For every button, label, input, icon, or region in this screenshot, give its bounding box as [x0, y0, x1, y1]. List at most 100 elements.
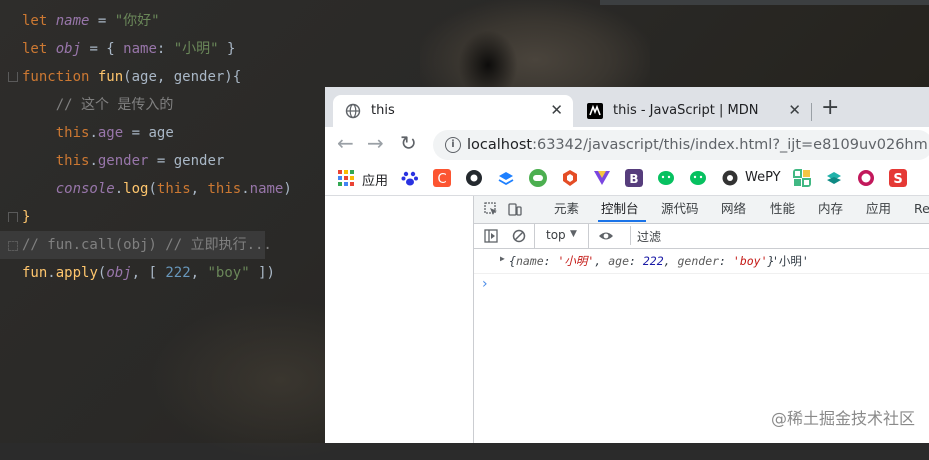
mdn-icon [587, 103, 603, 119]
stack-icon[interactable] [825, 169, 843, 187]
code-line-2[interactable]: let obj = { name: "小明" } [0, 35, 322, 63]
colon: : [543, 254, 558, 268]
github-icon[interactable] [465, 169, 483, 187]
apps-grid-icon[interactable] [337, 169, 355, 187]
dot: . [89, 125, 98, 141]
string-literal: "小明" [173, 41, 219, 57]
watermark: @稀土掘金技术社区 [770, 409, 915, 428]
this-keyword: this [207, 181, 242, 197]
brace: } [218, 41, 236, 57]
code-line-6[interactable]: this.gender = gender [0, 147, 322, 175]
fold-marker-icon[interactable] [8, 72, 18, 82]
grid-icon[interactable] [793, 169, 811, 187]
logged-object[interactable]: {name: '小明', age: 222, gender: 'boy'} [509, 253, 774, 269]
dot: . [47, 265, 56, 281]
property: age [97, 125, 124, 141]
code-line-4[interactable]: // 这个 是传入的 [0, 91, 322, 119]
url-path: :63342/javascript/this/index.html?_ijt=e… [532, 137, 929, 153]
paren: ( [148, 181, 157, 197]
devtools-tab-memory[interactable]: 内存 [818, 201, 843, 217]
tab-mdn[interactable]: this - JavaScript | MDN ✕ [575, 95, 811, 127]
address-bar[interactable]: i localhost:63342/javascript/this/index.… [433, 130, 929, 160]
dot: . [114, 181, 124, 197]
filter-input[interactable]: 过滤 [630, 226, 929, 245]
bookmark-label[interactable]: 应用 [362, 170, 388, 189]
clear-console-icon[interactable] [512, 229, 526, 243]
params: (age, gender){ [123, 69, 242, 85]
baidu-paw-icon[interactable] [401, 169, 419, 187]
back-button[interactable]: ← [337, 132, 354, 154]
colon: : [156, 41, 174, 57]
keyword: function [22, 69, 98, 85]
code-line-5[interactable]: this.age = age [0, 119, 322, 147]
console-prompt[interactable]: › [482, 276, 488, 292]
devtools-tab-elements[interactable]: 元素 [554, 201, 579, 217]
string-literal: "boy" [207, 265, 250, 281]
close-icon[interactable]: ✕ [788, 101, 801, 119]
brace: } [22, 209, 31, 225]
expand-triangle-icon[interactable]: ▶ [500, 254, 505, 263]
device-toggle-icon[interactable] [508, 202, 522, 216]
code-line-7[interactable]: console.log(this, this.name) [0, 175, 322, 203]
sidebar-toggle-icon[interactable] [484, 229, 498, 243]
toolbar-divider [534, 224, 535, 248]
code-line-3[interactable]: function fun(age, gender){ [0, 63, 322, 91]
eye-icon[interactable] [598, 229, 614, 243]
devtools-tab-application[interactable]: 应用 [866, 201, 891, 217]
c-icon[interactable]: C [433, 169, 451, 187]
s-icon[interactable]: S [889, 169, 907, 187]
assignment: = age [123, 125, 174, 141]
devtools-tab-sources[interactable]: 源代码 [661, 201, 699, 217]
operator: = { [81, 41, 124, 57]
devtools-tab-overflow[interactable]: Re [914, 201, 929, 217]
chevron-down-icon[interactable]: ▼ [570, 229, 577, 239]
property: gender [97, 153, 149, 169]
number-literal: 222 [165, 265, 191, 281]
code-line-9[interactable]: // fun.call(obj) // 立即执行... [0, 231, 272, 259]
globe-icon [345, 103, 361, 119]
wepy-icon[interactable] [721, 169, 739, 187]
page-viewport[interactable] [325, 196, 473, 443]
fold-end-marker-icon[interactable] [8, 212, 18, 222]
comment-fold-icon[interactable] [8, 241, 18, 251]
object-value: 222 [642, 254, 664, 268]
comma: , [190, 181, 208, 197]
this-keyword: this [55, 153, 90, 169]
tab-this[interactable]: this ✕ [333, 95, 573, 127]
devtools-tab-performance[interactable]: 性能 [770, 201, 795, 217]
active-tab-indicator [598, 220, 646, 222]
shield-icon[interactable] [561, 169, 579, 187]
console-log-row[interactable]: ▶ {name: '小明', age: 222, gender: 'boy'} … [474, 249, 929, 274]
leaf-icon[interactable] [529, 169, 547, 187]
this-keyword: this [156, 181, 191, 197]
wechat-alt-icon[interactable] [689, 169, 707, 187]
code-line-8[interactable]: } [0, 203, 322, 231]
new-tab-button[interactable]: + [821, 97, 839, 119]
close-icon[interactable]: ✕ [550, 101, 563, 119]
keyword: let [22, 41, 56, 57]
code-line-10[interactable]: fun.apply(obj, [ 222, "boy" ]) [0, 259, 322, 287]
toolbar-divider [588, 224, 589, 248]
inspect-icon[interactable] [484, 202, 498, 216]
info-icon[interactable]: i [445, 137, 461, 153]
code-lines: let name = "你好" let obj = { name: "小明" }… [0, 7, 322, 287]
variable: obj [55, 41, 82, 57]
bootstrap-icon[interactable]: B [625, 169, 643, 187]
comma: , [663, 254, 678, 268]
devtools-tab-console[interactable]: 控制台 [601, 201, 639, 217]
vue-icon[interactable] [593, 169, 611, 187]
code-line-1[interactable]: let name = "你好" [0, 7, 322, 35]
tab-bar: this ✕ this - JavaScript | MDN ✕ + [325, 87, 929, 127]
forward-button[interactable]: → [367, 132, 384, 154]
context-selector[interactable]: top [546, 228, 566, 242]
tab-separator [811, 103, 812, 121]
reload-button[interactable]: ↻ [400, 132, 417, 154]
layers-icon[interactable] [497, 169, 515, 187]
ring-icon[interactable] [857, 169, 875, 187]
wechat-icon[interactable] [657, 169, 675, 187]
paren: ) [283, 181, 292, 197]
keyword: let [22, 13, 56, 29]
devtools-tab-network[interactable]: 网络 [721, 201, 746, 217]
bookmark-label[interactable]: WePY [745, 170, 781, 185]
comma: , [594, 254, 609, 268]
